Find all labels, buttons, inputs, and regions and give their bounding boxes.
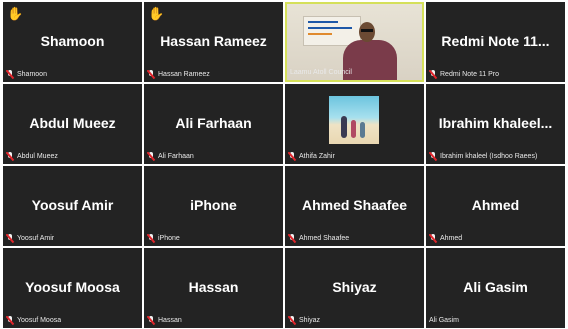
participant-display-name: iPhone	[190, 197, 237, 213]
participant-display-name: Redmi Note 11...	[441, 33, 550, 49]
participant-tile[interactable]: ✋ Shamoon Shamoon	[3, 2, 142, 82]
profile-picture	[329, 96, 379, 144]
participant-tile[interactable]: Athifa Zahir	[285, 84, 424, 164]
participant-label-text: Ali Gasim	[429, 317, 459, 324]
participant-label-text: Abdul Mueez	[17, 153, 58, 160]
participant-tile[interactable]: Abdul Mueez Abdul Mueez	[3, 84, 142, 164]
participant-display-name: Yoosuf Moosa	[25, 279, 120, 295]
participant-label: Ahmed Shaafee	[288, 234, 349, 243]
muted-microphone-icon	[429, 70, 437, 79]
participant-label-text: Ahmed Shaafee	[299, 235, 350, 242]
participant-display-name: Abdul Mueez	[29, 115, 116, 131]
participant-label-text: Redmi Note 11 Pro	[440, 71, 500, 78]
participant-grid: ✋ Shamoon Shamoon ✋ Hassan Rameez Hassan…	[3, 2, 565, 328]
participant-display-name: Ahmed	[471, 197, 520, 213]
muted-microphone-icon	[429, 234, 437, 243]
participant-label: iPhone	[147, 234, 180, 243]
participant-tile[interactable]: ✋ Hassan Rameez Hassan Rameez	[144, 2, 283, 82]
muted-microphone-icon	[147, 316, 155, 325]
participant-label: Shiyaz	[288, 316, 320, 325]
raised-hand-icon: ✋	[7, 6, 24, 21]
muted-microphone-icon	[6, 152, 14, 161]
meeting-window: ✋ Shamoon Shamoon ✋ Hassan Rameez Hassan…	[0, 0, 568, 329]
muted-microphone-icon	[288, 316, 296, 325]
participant-tile[interactable]: Ahmed Shaafee Ahmed Shaafee	[285, 166, 424, 246]
participant-label-text: Yoosuf Moosa	[17, 317, 62, 324]
participant-label-text: Athifa Zahir	[299, 153, 335, 160]
participant-label: Ali Gasim	[429, 316, 459, 325]
participant-display-name: Ali Gasim	[463, 279, 528, 295]
participant-display-name: Shiyaz	[332, 279, 377, 295]
participant-tile[interactable]: Hassan Hassan	[144, 248, 283, 328]
muted-microphone-icon	[288, 234, 296, 243]
participant-label-text: Ahmed	[440, 235, 463, 242]
participant-display-name: Shamoon	[40, 33, 105, 49]
participant-tile[interactable]: Ahmed Ahmed	[426, 166, 565, 246]
participant-label-text: iPhone	[158, 235, 180, 242]
muted-microphone-icon	[147, 152, 155, 161]
participant-display-name: Ibrahim khaleel...	[438, 115, 553, 131]
participant-label-text: Laamu Atoll Council	[290, 69, 352, 76]
participant-tile[interactable]: Ali Gasim Ali Gasim	[426, 248, 565, 328]
raised-hand-icon: ✋	[148, 6, 165, 21]
participant-display-name: Hassan	[188, 279, 239, 295]
participant-label-text: Ali Farhaan	[158, 153, 194, 160]
muted-microphone-icon	[288, 152, 296, 161]
muted-microphone-icon	[147, 70, 155, 79]
muted-microphone-icon	[6, 316, 14, 325]
participant-tile[interactable]: Ali Farhaan Ali Farhaan	[144, 84, 283, 164]
speaker-glasses	[361, 29, 373, 32]
participant-tile[interactable]: Redmi Note 11... Redmi Note 11 Pro	[426, 2, 565, 82]
muted-microphone-icon	[6, 234, 14, 243]
participant-display-name: Hassan Rameez	[160, 33, 267, 49]
speaker-head	[359, 22, 375, 42]
participant-label: Shamoon	[6, 70, 47, 79]
participant-display-name: Yoosuf Amir	[31, 197, 114, 213]
participant-tile[interactable]: Shiyaz Shiyaz	[285, 248, 424, 328]
participant-label: Yoosuf Moosa	[6, 316, 61, 325]
participant-label-text: Ibrahim khaleel (Isdhoo Raees)	[440, 153, 538, 160]
participant-label: Abdul Mueez	[6, 152, 58, 161]
participant-label: Hassan Rameez	[147, 70, 210, 79]
participant-label: Hassan	[147, 316, 182, 325]
participant-label-text: Yoosuf Amir	[17, 235, 55, 242]
participant-label-text: Hassan	[158, 317, 182, 324]
muted-microphone-icon	[6, 70, 14, 79]
participant-tile[interactable]: Yoosuf Moosa Yoosuf Moosa	[3, 248, 142, 328]
participant-label: Redmi Note 11 Pro	[429, 70, 499, 79]
muted-microphone-icon	[429, 152, 437, 161]
participant-display-name: Ahmed Shaafee	[301, 197, 408, 213]
participant-label-text: Hassan Rameez	[158, 71, 210, 78]
participant-tile[interactable]: Yoosuf Amir Yoosuf Amir	[3, 166, 142, 246]
participant-label: Yoosuf Amir	[6, 234, 54, 243]
participant-label: Athifa Zahir	[288, 152, 335, 161]
participant-label: Ali Farhaan	[147, 152, 194, 161]
participant-tile[interactable]: iPhone iPhone	[144, 166, 283, 246]
participant-display-name: Ali Farhaan	[175, 115, 252, 131]
participant-label-text: Shamoon	[17, 71, 47, 78]
participant-label: Laamu Atoll Council	[290, 68, 352, 77]
participant-label: Ahmed	[429, 234, 462, 243]
muted-microphone-icon	[147, 234, 155, 243]
active-speaker-tile[interactable]: Laamu Atoll Council	[285, 2, 424, 82]
participant-label: Ibrahim khaleel (Isdhoo Raees)	[429, 152, 537, 161]
participant-tile[interactable]: Ibrahim khaleel... Ibrahim khaleel (Isdh…	[426, 84, 565, 164]
participant-label-text: Shiyaz	[299, 317, 321, 324]
